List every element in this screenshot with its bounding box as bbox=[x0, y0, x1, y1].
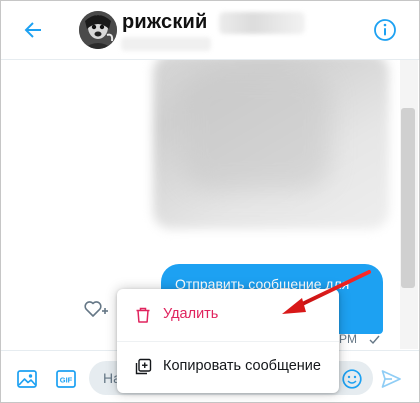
message-context-menu: Удалить Копировать сообщение bbox=[117, 289, 339, 393]
send-icon[interactable] bbox=[380, 368, 402, 390]
heart-plus-icon[interactable] bbox=[83, 297, 109, 319]
copy-add-icon bbox=[135, 358, 152, 375]
check-icon bbox=[369, 335, 380, 345]
conversation-username[interactable]: рижский bbox=[122, 11, 208, 34]
svg-text:GIF: GIF bbox=[60, 376, 73, 385]
menu-divider bbox=[117, 341, 339, 342]
redacted-handle bbox=[121, 37, 211, 51]
delete-menu-item[interactable]: Удалить bbox=[117, 292, 339, 338]
redacted-message-shadow bbox=[181, 70, 331, 190]
conversation-header: рижский bbox=[1, 1, 419, 60]
delete-label: Удалить bbox=[163, 306, 219, 322]
trash-icon bbox=[136, 307, 150, 323]
info-icon[interactable] bbox=[373, 18, 397, 42]
message-time: PM bbox=[339, 332, 357, 346]
emoji-icon[interactable] bbox=[341, 368, 363, 390]
image-icon[interactable] bbox=[16, 368, 38, 390]
copy-message-label: Копировать сообщение bbox=[163, 358, 321, 374]
arrow-left-icon[interactable] bbox=[21, 18, 45, 42]
avatar[interactable] bbox=[79, 11, 117, 49]
copy-message-menu-item[interactable]: Копировать сообщение bbox=[117, 344, 339, 390]
avatar-image bbox=[79, 11, 117, 49]
gif-icon[interactable]: GIF bbox=[55, 368, 77, 390]
scrollbar-thumb[interactable] bbox=[401, 108, 415, 288]
redacted-name bbox=[219, 12, 305, 34]
